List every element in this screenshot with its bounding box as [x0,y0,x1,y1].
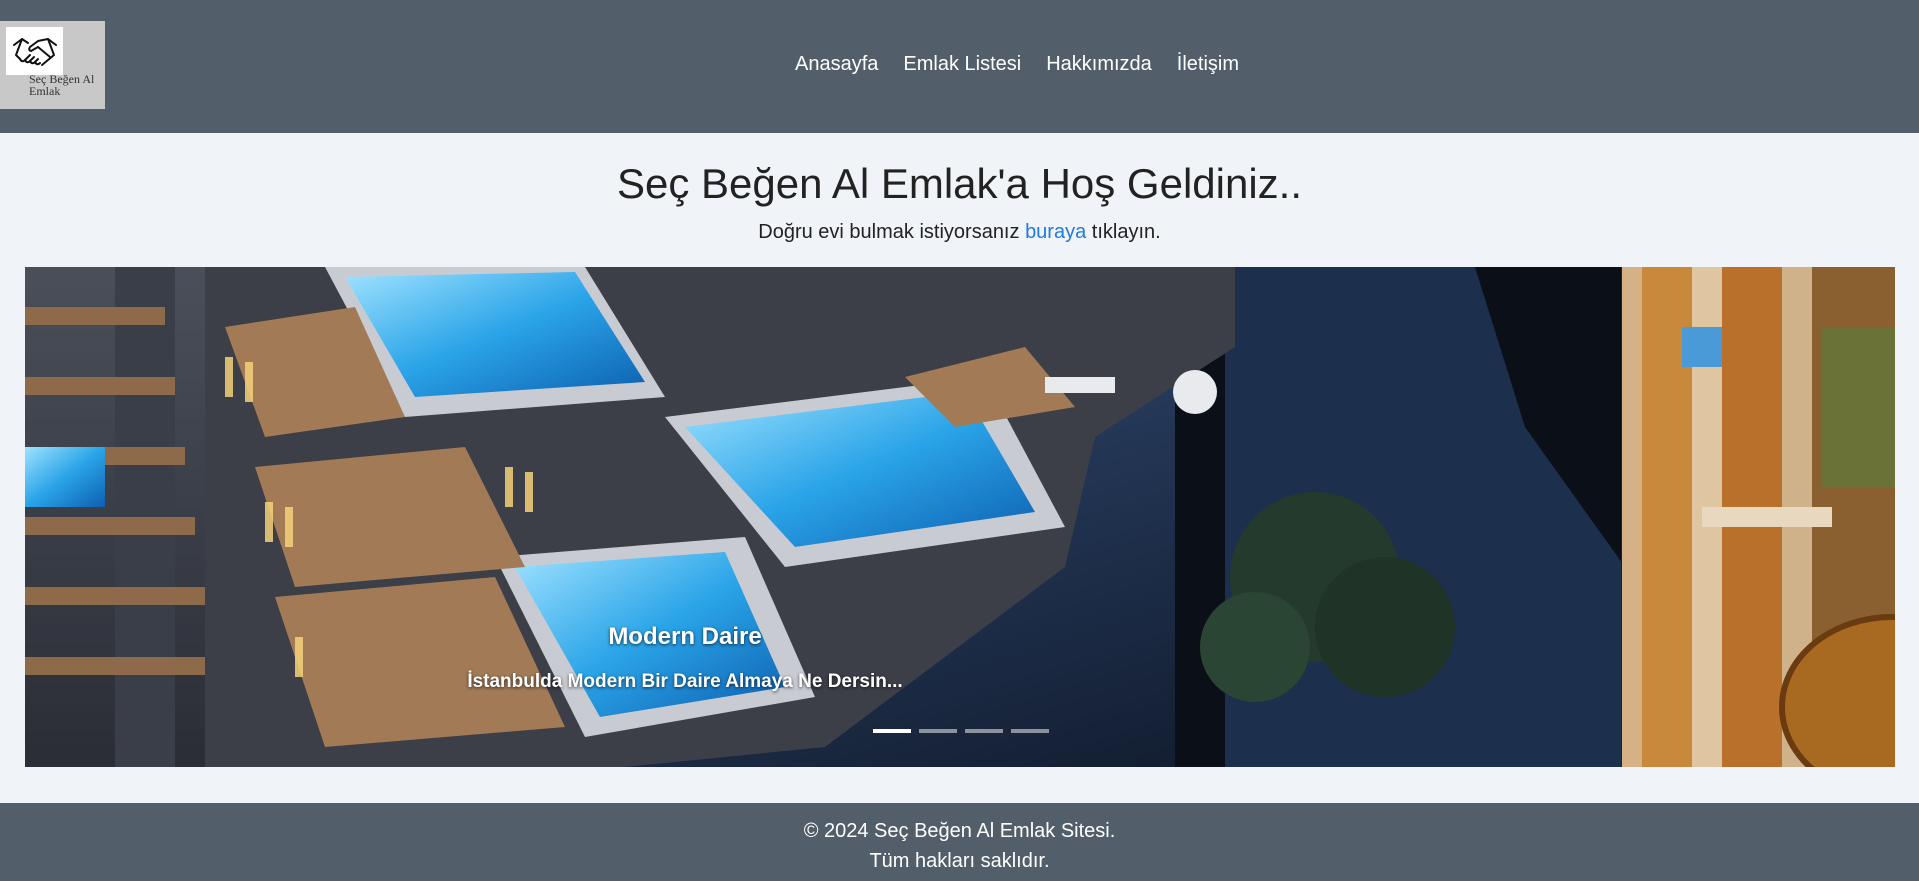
nav-link-hakkimizda[interactable]: Hakkımızda [1046,52,1152,76]
logo-text: Seç Beğen Al Emlak [29,72,95,98]
site-header: Seç Beğen Al Emlak Anasayfa Emlak Listes… [0,0,1919,133]
interior-image [1622,267,1895,767]
carousel-indicator[interactable] [965,729,1003,733]
carousel-indicators [873,729,1049,733]
carousel-slide-next [1622,267,1895,767]
hero-subtitle-before: Doğru evi bulmak istiyorsanız [758,221,1026,243]
nav-link-iletisim[interactable]: İletişim [1177,52,1239,76]
carousel-caption-text: İstanbulda Modern Bir Daire Almaya Ne De… [467,671,903,692]
footer-copyright: © 2024 Seç Beğen Al Emlak Sitesi. [803,820,1116,842]
footer-rights: Tüm hakları saklıdır. [869,850,1050,872]
carousel-slide-active: Modern Daire İstanbulda Modern Bir Daire… [25,267,1621,767]
handshake-icon [6,27,63,75]
carousel-indicator[interactable] [919,729,957,733]
listing-link[interactable]: buraya [1025,221,1086,243]
hero-subtitle: Doğru evi bulmak istiyorsanız buraya tık… [0,219,1919,245]
carousel-indicator[interactable] [1011,729,1049,733]
nav-link-emlak-listesi[interactable]: Emlak Listesi [903,52,1021,76]
site-footer: © 2024 Seç Beğen Al Emlak Sitesi. Tüm ha… [0,803,1919,881]
site-logo[interactable]: Seç Beğen Al Emlak [0,21,105,109]
hero-subtitle-after: tıklayın. [1086,221,1161,243]
carousel-indicator[interactable] [873,729,911,733]
nav-link-anasayfa[interactable]: Anasayfa [795,52,878,76]
carousel-caption-title: Modern Daire [608,623,762,650]
page-title: Seç Beğen Al Emlak'a Hoş Geldiniz.. [616,160,1303,207]
image-carousel[interactable]: Modern Daire İstanbulda Modern Bir Daire… [25,267,1895,767]
